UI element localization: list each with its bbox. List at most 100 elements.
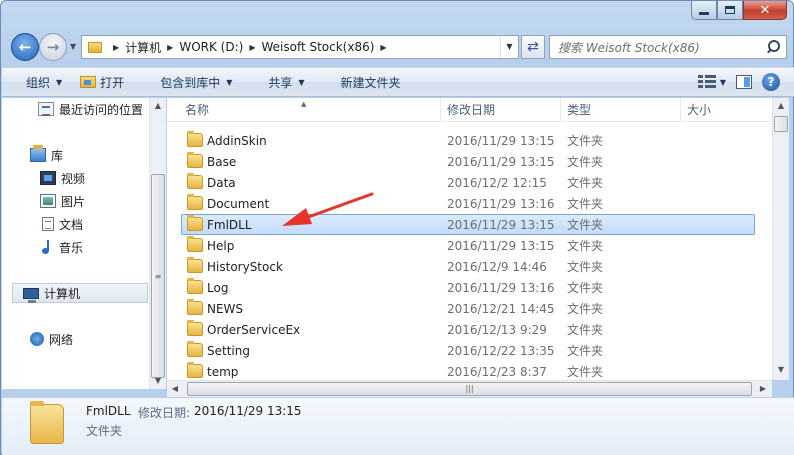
details-date-label: 修改日期:: [138, 406, 191, 420]
navigation-pane: 最近访问的位置 库 视频 图片 文档 音乐 计算机 网络: [2, 98, 150, 389]
table-row[interactable]: Help 2016/11/29 13:15 文件夹: [167, 235, 772, 256]
file-date: 2016/11/29 13:15: [447, 154, 555, 169]
navigation-scrollbar[interactable]: ▲ ≡ ▼: [149, 98, 166, 389]
file-date: 2016/12/9 14:46: [447, 259, 547, 274]
maximize-button[interactable]: [717, 1, 743, 20]
nav-item-label: 图片: [61, 194, 86, 209]
help-icon[interactable]: ?: [762, 73, 780, 91]
change-view-icon[interactable]: [697, 75, 716, 89]
file-type: 文件夹: [567, 344, 604, 358]
file-date: 2016/12/13 9:29: [447, 322, 547, 337]
file-type: 文件夹: [567, 176, 604, 190]
column-header-name[interactable]: ▲ 名称: [167, 98, 441, 122]
share-button[interactable]: 共享 ▼: [244, 68, 316, 96]
file-name: NEWS: [207, 301, 244, 316]
nav-item-label: 库: [51, 148, 64, 163]
new-folder-button[interactable]: 新建文件夹: [317, 68, 413, 96]
include-in-library-button[interactable]: 包含到库中 ▼: [136, 68, 244, 96]
table-row[interactable]: OrderServiceEx 2016/12/13 9:29 文件夹: [167, 319, 772, 340]
content-vertical-scrollbar[interactable]: ▲ ▼: [772, 98, 789, 380]
back-button[interactable]: ←: [11, 33, 39, 61]
scroll-left-icon[interactable]: ◀: [167, 381, 183, 397]
address-dropdown-button[interactable]: ▼: [500, 36, 518, 58]
details-type: 文件夹: [86, 424, 123, 438]
file-date: 2016/11/29 13:15: [447, 238, 555, 253]
crumb-separator-icon[interactable]: ▶: [113, 43, 119, 52]
nav-item-label: 网络: [49, 332, 74, 347]
file-type: 文件夹: [567, 365, 604, 379]
file-name: Document: [207, 196, 270, 211]
table-row[interactable]: HistoryStock 2016/12/9 14:46 文件夹: [167, 256, 772, 277]
crumb-separator-icon[interactable]: ▶: [380, 43, 386, 52]
file-name: temp: [207, 364, 239, 379]
table-row[interactable]: temp 2016/12/23 8:37 文件夹: [167, 361, 772, 380]
table-row[interactable]: Log 2016/11/29 13:16 文件夹: [167, 277, 772, 298]
crumb-separator-icon[interactable]: ▶: [167, 43, 173, 52]
chevron-down-icon: ▼: [298, 77, 305, 87]
history-dropdown-button[interactable]: ▼: [70, 42, 76, 51]
organize-button[interactable]: 组织 ▼: [2, 68, 74, 96]
nav-item-music[interactable]: 音乐: [42, 237, 83, 257]
nav-item-videos[interactable]: 视频: [40, 168, 85, 188]
file-name: Help: [207, 238, 235, 253]
crumb-separator-icon[interactable]: ▶: [249, 43, 255, 52]
forward-arrow-icon: →: [46, 38, 60, 56]
table-row[interactable]: NEWS 2016/12/21 14:45 文件夹: [167, 298, 772, 319]
breadcrumb-folder[interactable]: Weisoft Stock(x86): [261, 40, 374, 54]
sort-ascending-icon: ▲: [301, 100, 307, 108]
table-row[interactable]: Data 2016/12/2 12:15 文件夹: [167, 172, 772, 193]
table-row[interactable]: Setting 2016/12/22 13:35 文件夹: [167, 340, 772, 361]
folder-icon: [187, 173, 203, 189]
file-date: 2016/12/21 14:45: [447, 301, 555, 316]
file-type: 文件夹: [567, 260, 604, 274]
explorer-window: ✕ ← → ▼ ▶ 计算机 ▶ WORK (D:) ▶ Weisoft Stoc…: [0, 0, 794, 455]
column-header-size[interactable]: 大小: [681, 98, 772, 122]
column-header-type[interactable]: 类型: [561, 98, 681, 122]
new-folder-label: 新建文件夹: [340, 75, 401, 90]
open-folder-icon: [80, 76, 97, 88]
scrollbar-thumb[interactable]: [774, 116, 788, 132]
file-name: OrderServiceEx: [207, 322, 301, 337]
nav-item-libraries[interactable]: 库: [30, 145, 63, 165]
table-row[interactable]: Base 2016/11/29 13:15 文件夹: [167, 151, 772, 172]
table-row-selected[interactable]: FmlDLL 2016/11/29 13:15 文件夹: [181, 214, 755, 235]
folder-icon: [187, 299, 203, 315]
nav-item-computer[interactable]: 计算机: [12, 283, 148, 303]
folder-icon: [187, 194, 203, 210]
scrollbar-thumb[interactable]: ≡: [151, 174, 165, 378]
scrollbar-thumb[interactable]: |||: [187, 382, 752, 396]
nav-item-documents[interactable]: 文档: [42, 214, 83, 234]
nav-item-recent-places[interactable]: 最近访问的位置: [38, 99, 143, 119]
view-dropdown-icon[interactable]: ▼: [720, 78, 726, 87]
minimize-button[interactable]: [691, 1, 717, 20]
scroll-down-icon[interactable]: ▼: [773, 362, 789, 378]
preview-pane-icon[interactable]: [736, 75, 752, 89]
details-date-value: 2016/11/29 13:15: [194, 404, 302, 418]
table-row[interactable]: AddinSkin 2016/11/29 13:15 文件夹: [167, 130, 772, 151]
column-label: 大小: [687, 103, 712, 117]
refresh-button[interactable]: ⇄: [521, 35, 545, 59]
column-label: 修改日期: [447, 103, 496, 117]
nav-item-pictures[interactable]: 图片: [40, 191, 85, 211]
file-type: 文件夹: [567, 239, 604, 253]
breadcrumb-drive[interactable]: WORK (D:): [179, 40, 243, 54]
file-name: AddinSkin: [207, 133, 267, 148]
search-box[interactable]: 搜索 Weisoft Stock(x86): [549, 35, 787, 59]
scroll-up-icon[interactable]: ▲: [773, 98, 789, 114]
address-bar[interactable]: ▶ 计算机 ▶ WORK (D:) ▶ Weisoft Stock(x86) ▶…: [81, 35, 519, 59]
folder-icon: [187, 215, 203, 231]
table-row[interactable]: Document 2016/11/29 13:16 文件夹: [167, 193, 772, 214]
scroll-down-icon[interactable]: ▼: [150, 373, 166, 389]
search-icon[interactable]: [764, 38, 782, 56]
open-button[interactable]: 打开: [74, 68, 136, 96]
content-horizontal-scrollbar[interactable]: ◀ ||| ▶: [167, 380, 772, 397]
file-date: 2016/12/22 13:35: [447, 343, 555, 358]
search-input[interactable]: 搜索 Weisoft Stock(x86): [558, 39, 764, 56]
scroll-up-icon[interactable]: ▲: [150, 98, 166, 114]
breadcrumb-computer[interactable]: 计算机: [125, 39, 161, 56]
forward-button[interactable]: →: [39, 33, 67, 61]
column-header-date[interactable]: 修改日期: [441, 98, 561, 122]
nav-item-network[interactable]: 网络: [30, 329, 73, 349]
scroll-right-icon[interactable]: ▶: [755, 381, 771, 397]
close-button[interactable]: ✕: [743, 1, 787, 20]
